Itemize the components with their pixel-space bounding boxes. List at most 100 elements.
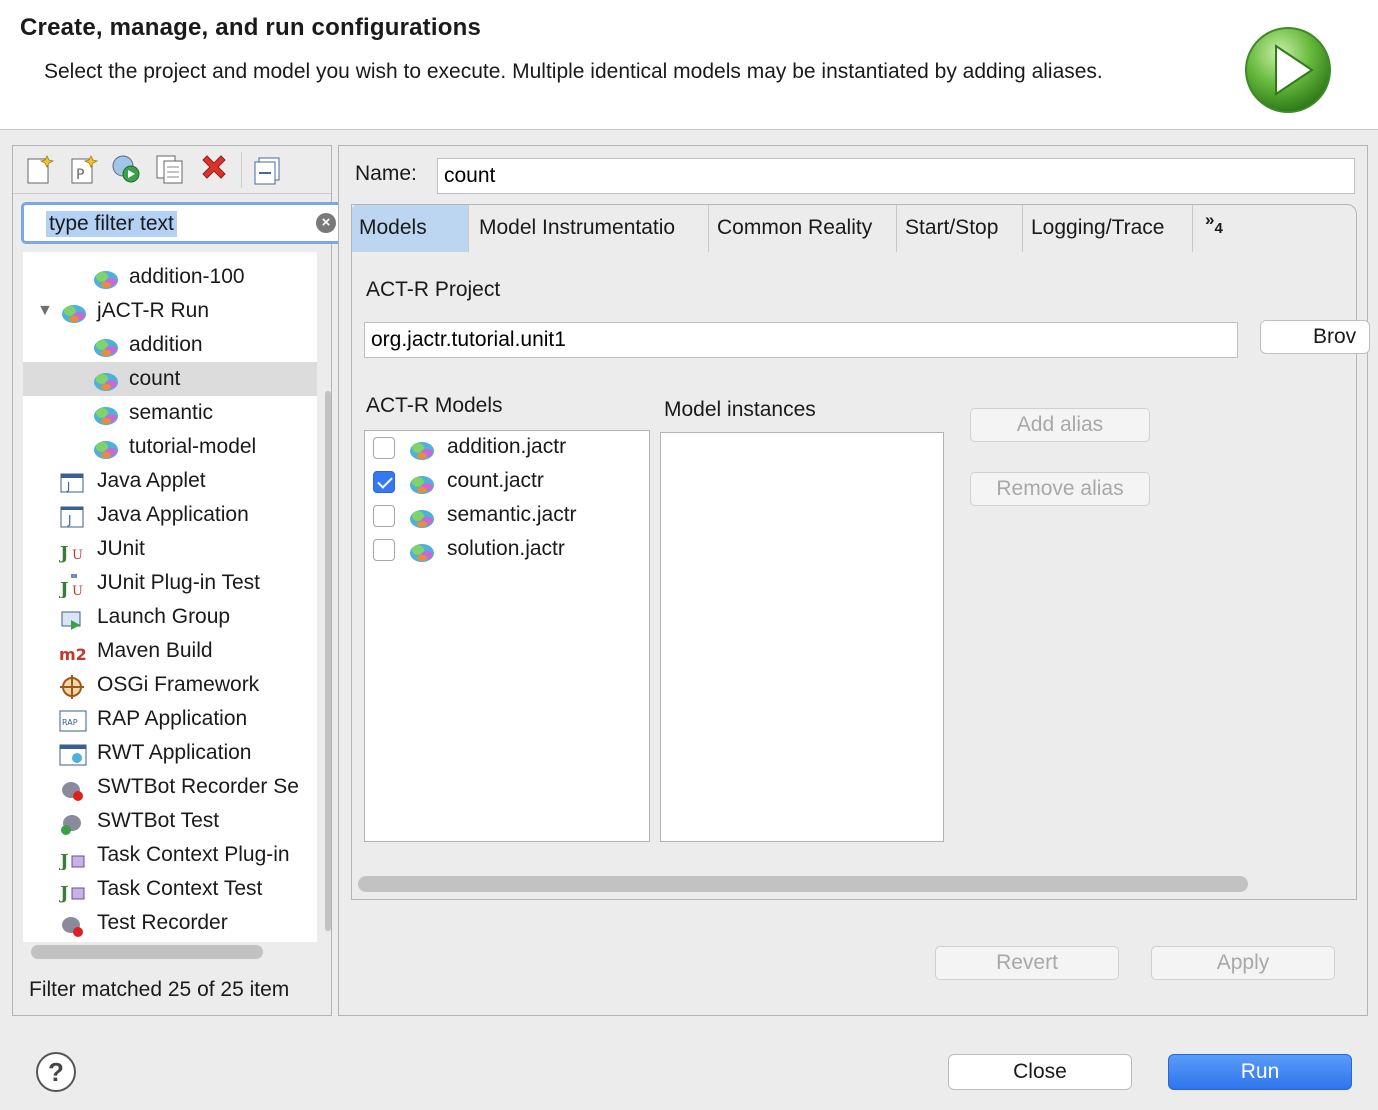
- svg-text:U: U: [72, 584, 83, 598]
- model-instances-label: Model instances: [664, 398, 816, 421]
- configuration-toolbar: P: [13, 146, 331, 194]
- filter-field[interactable]: type filter text ×: [21, 202, 343, 244]
- browse-button[interactable]: Brov: [1260, 320, 1370, 354]
- tab-model-instrumentation[interactable]: Model Instrumentatio: [469, 204, 709, 252]
- model-checkbox[interactable]: [373, 471, 395, 493]
- tree-item-label: Launch Group: [97, 605, 231, 628]
- tab-overflow-count: 4: [1214, 220, 1223, 237]
- tree-item-label: Task Context Plug-in: [97, 843, 290, 866]
- tree-item[interactable]: J Java Applet: [23, 464, 317, 498]
- model-checkbox[interactable]: [373, 539, 395, 561]
- model-list-item[interactable]: solution.jactr: [365, 533, 649, 567]
- jactr-model-icon: [91, 436, 118, 460]
- name-label: Name:: [355, 162, 417, 185]
- tab-models[interactable]: Models: [351, 204, 469, 252]
- model-list-item[interactable]: addition.jactr: [365, 431, 649, 465]
- tab-common-reality[interactable]: Common Reality: [709, 204, 897, 252]
- test-recorder-icon: [59, 912, 83, 937]
- model-list-item[interactable]: count.jactr: [365, 465, 649, 499]
- tree-item[interactable]: semantic: [23, 396, 317, 430]
- svg-text:J: J: [59, 851, 69, 870]
- tree-item[interactable]: count: [23, 362, 317, 396]
- act-r-project-field[interactable]: [364, 322, 1238, 358]
- remove-alias-button[interactable]: Remove alias: [970, 472, 1150, 506]
- close-button[interactable]: Close: [948, 1054, 1132, 1090]
- tree-item-label: OSGi Framework: [97, 673, 260, 696]
- tree-item[interactable]: J U JUnit: [23, 532, 317, 566]
- name-field[interactable]: [437, 158, 1355, 194]
- tree-item[interactable]: OSGi Framework: [23, 668, 317, 702]
- java-application-icon: J: [59, 504, 84, 528]
- content-horizontal-scrollbar[interactable]: [358, 876, 1248, 892]
- tree-item[interactable]: m2 Maven Build: [23, 634, 317, 668]
- junit-icon: JU: [58, 538, 83, 564]
- tab-overflow-button[interactable]: »4: [1205, 210, 1223, 237]
- tree-item-label: SWTBot Test: [97, 809, 220, 832]
- tree-item[interactable]: Launch Group: [23, 600, 317, 634]
- configuration-tree: addition-100 ▼ jACT-R Run addition count sema…: [23, 252, 317, 942]
- tree-item[interactable]: addition: [23, 328, 317, 362]
- clear-filter-icon[interactable]: ×: [316, 213, 336, 233]
- collapse-all-icon[interactable]: [251, 152, 285, 186]
- tree-item-label: JUnit Plug-in Test: [97, 571, 261, 594]
- tree-vertical-scrollbar[interactable]: [325, 391, 331, 931]
- tree-item[interactable]: J Task Context Test: [23, 872, 317, 906]
- model-checkbox[interactable]: [373, 437, 395, 459]
- model-checkbox[interactable]: [373, 505, 395, 527]
- tree-item-label: jACT-R Run: [97, 299, 210, 322]
- tree-item[interactable]: J Java Application: [23, 498, 317, 532]
- model-instances-list[interactable]: [660, 432, 944, 842]
- swtbot-recorder-icon: [59, 776, 83, 801]
- tree-item-label: Maven Build: [97, 639, 213, 662]
- tree-item[interactable]: tutorial-model: [23, 430, 317, 464]
- export-configuration-icon[interactable]: [109, 152, 143, 186]
- tree-item-label: count: [129, 367, 181, 390]
- svg-text:J: J: [59, 543, 69, 564]
- act-r-models-list: addition.jactr count.jactr semantic.jactr s…: [364, 430, 650, 842]
- configuration-list-panel: P type filter text × addition-100 ▼ jACT-R…: [12, 145, 343, 1016]
- tree-item-label: addition: [129, 333, 203, 356]
- jactr-model-icon: [91, 402, 118, 426]
- toolbar-separator: [241, 152, 242, 188]
- tree-item[interactable]: SWTBot Test: [23, 804, 317, 838]
- tree-item-label: addition-100: [129, 265, 245, 288]
- model-label: semantic.jactr: [447, 503, 577, 526]
- delete-configuration-icon[interactable]: [197, 152, 231, 186]
- svg-text:U: U: [72, 548, 83, 563]
- duplicate-configuration-icon[interactable]: [153, 152, 187, 186]
- tree-item[interactable]: Test Recorder: [23, 906, 317, 940]
- new-prototype-icon[interactable]: P: [67, 152, 101, 186]
- tree-item-label: Java Application: [97, 503, 249, 526]
- revert-button[interactable]: Revert: [935, 946, 1119, 980]
- tree-item[interactable]: ▼ jACT-R Run: [23, 294, 317, 328]
- configuration-editor-panel: Name: Models Model Instrumentatio Common…: [338, 145, 1370, 1016]
- tree-item[interactable]: J U JUnit Plug-in Test: [23, 566, 317, 600]
- add-alias-button[interactable]: Add alias: [970, 408, 1150, 442]
- model-label: solution.jactr: [447, 537, 565, 560]
- dialog-description: Select the project and model you wish to…: [44, 60, 1103, 83]
- models-tab-content: ACT-R Project Brov ACT-R Models Model in…: [352, 252, 1370, 898]
- task-context-plugin-icon: J: [58, 844, 85, 872]
- tree-item-label: Java Applet: [97, 469, 206, 492]
- tree-item[interactable]: RWT Application: [23, 736, 317, 770]
- tree-item[interactable]: SWTBot Recorder Se: [23, 770, 317, 804]
- tree-item[interactable]: J Task Context Plug-in: [23, 838, 317, 872]
- tab-start-stop[interactable]: Start/Stop: [897, 204, 1023, 252]
- tab-logging-trace[interactable]: Logging/Trace: [1023, 204, 1193, 252]
- tree-item-label: semantic: [129, 401, 214, 424]
- svg-text:J: J: [59, 579, 69, 598]
- filter-input[interactable]: type filter text: [46, 211, 177, 237]
- help-button[interactable]: ?: [36, 1052, 76, 1092]
- tree-item-label: RWT Application: [97, 741, 252, 764]
- tree-item[interactable]: RAP RAP Application: [23, 702, 317, 736]
- run-button[interactable]: Run: [1168, 1054, 1352, 1090]
- tree-horizontal-scrollbar[interactable]: [31, 945, 263, 959]
- tree-item-label: RAP Application: [97, 707, 248, 730]
- new-configuration-icon[interactable]: [23, 152, 57, 186]
- expand-triangle-icon[interactable]: ▼: [37, 294, 53, 328]
- model-list-item[interactable]: semantic.jactr: [365, 499, 649, 533]
- apply-button[interactable]: Apply: [1151, 946, 1335, 980]
- tree-item[interactable]: addition-100: [23, 260, 317, 294]
- svg-text:J: J: [67, 513, 72, 527]
- svg-text:J: J: [59, 883, 69, 904]
